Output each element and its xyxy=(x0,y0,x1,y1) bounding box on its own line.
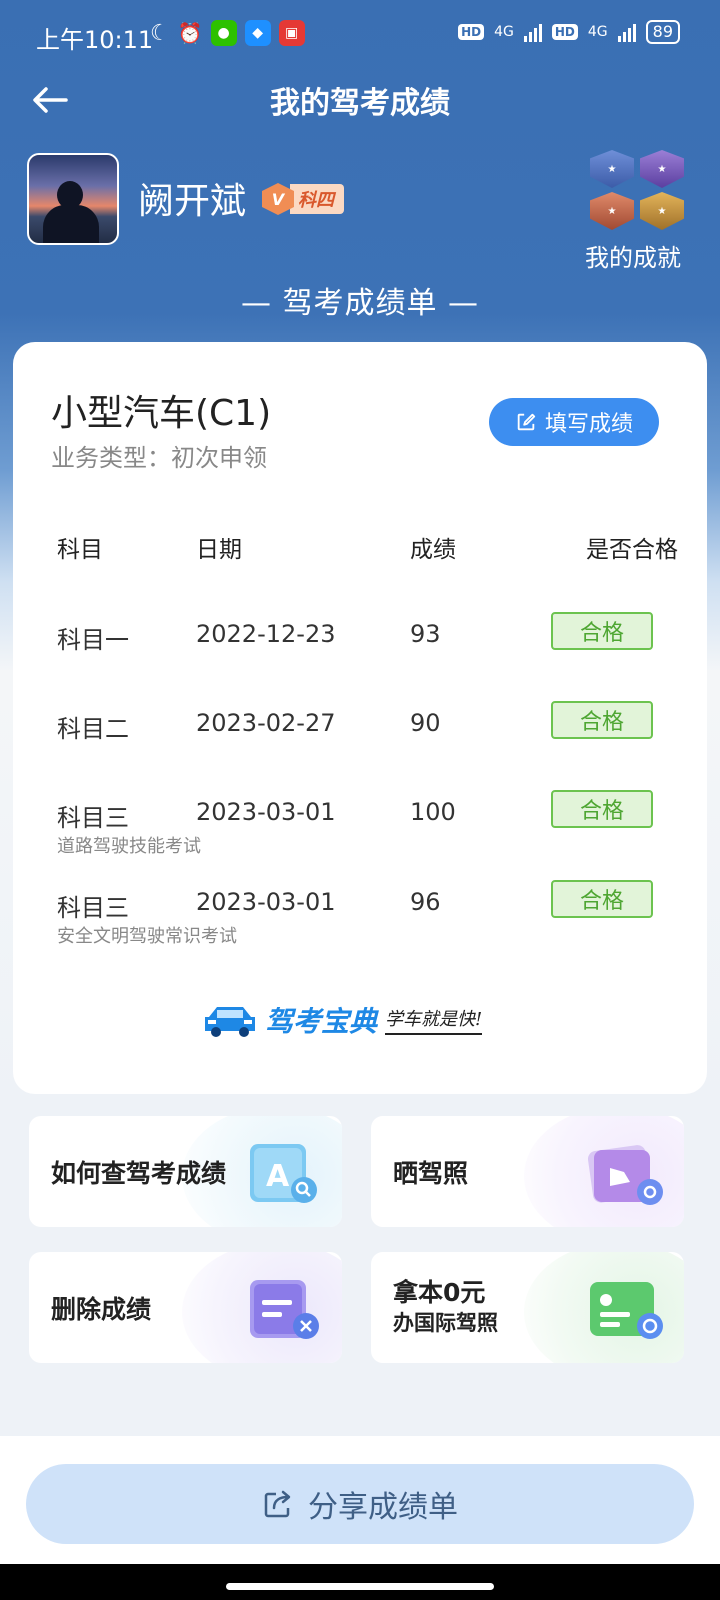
column-header-score: 成绩 xyxy=(410,537,456,563)
sheet-title: — 驾考成绩单 — xyxy=(240,286,480,321)
tile-delete-score[interactable]: 删除成绩 xyxy=(29,1252,342,1363)
brand-logo: 驾考宝典 学车就是快! xyxy=(203,1000,483,1040)
battery-icon: 89 xyxy=(645,20,680,44)
alarm-icon: ⏰ xyxy=(177,21,203,45)
hello-app-icon: ◆ xyxy=(244,20,271,46)
status-time: 上午10:11 xyxy=(36,26,154,54)
pass-badge: 合格 xyxy=(551,612,653,650)
row-subject: 科目二 xyxy=(57,715,129,743)
medal-icon-3: ★ xyxy=(590,192,634,230)
tile-query-score[interactable]: 如何查驾考成绩 A xyxy=(29,1116,342,1227)
tile-intl-license-line2: 办国际驾照 xyxy=(393,1311,498,1335)
tile-query-score-label: 如何查驾考成绩 xyxy=(51,1159,227,1188)
share-icon xyxy=(264,1490,291,1518)
delete-document-icon xyxy=(246,1278,322,1342)
medal-icon-4: ★ xyxy=(640,192,684,230)
hd-icon: HD xyxy=(458,24,485,40)
signal-icon xyxy=(523,22,542,42)
row-score: 100 xyxy=(410,798,456,826)
row-note: 安全文明驾驶常识考试 xyxy=(57,926,237,947)
table-row: 科目二 2023-02-27 90 合格 xyxy=(13,701,707,779)
fill-score-button[interactable]: 填写成绩 xyxy=(489,398,659,446)
share-score-button[interactable]: 分享成绩单 xyxy=(26,1464,694,1544)
status-bar: 上午10:11 ☾ ⏰ ● ◆ ▣ HD 4G HD 4G 89 xyxy=(0,0,720,72)
row-date: 2022-12-23 xyxy=(196,620,336,648)
hd-icon-2: HD xyxy=(551,24,578,40)
row-subject: 科目一 xyxy=(57,626,129,654)
row-date: 2023-03-01 xyxy=(196,798,336,826)
row-date: 2023-02-27 xyxy=(196,709,336,737)
pass-badge: 合格 xyxy=(551,790,653,828)
level-badge: V 科四 xyxy=(262,183,344,215)
fill-score-label: 填写成绩 xyxy=(544,412,633,437)
table-row: 科目一 2022-12-23 93 合格 xyxy=(13,612,707,690)
tile-intl-license[interactable]: 拿本0元 办国际驾照 xyxy=(371,1252,684,1363)
shop-app-icon: ▣ xyxy=(278,20,305,46)
column-header-pass: 是否合格 xyxy=(586,537,678,563)
tile-show-license-label: 晒驾照 xyxy=(393,1159,469,1188)
tile-show-license[interactable]: 晒驾照 xyxy=(371,1116,684,1227)
tile-intl-license-label: 拿本0元 办国际驾照 xyxy=(393,1278,498,1338)
car-logo-icon xyxy=(203,1001,257,1039)
tile-delete-score-label: 删除成绩 xyxy=(51,1295,152,1324)
achievement-medals: ★ ★ ★ ★ xyxy=(590,150,686,230)
system-nav-bar xyxy=(0,1564,720,1600)
row-subject: 科目三 xyxy=(57,894,129,922)
status-notification-icons: ☾ ⏰ ● ◆ ▣ xyxy=(150,20,305,46)
brand-name: 驾考宝典 xyxy=(265,1005,378,1038)
wechat-icon: ● xyxy=(210,20,237,46)
avatar[interactable] xyxy=(27,153,119,245)
row-score: 93 xyxy=(410,620,441,648)
achievements-button[interactable]: ★ ★ ★ ★ 我的成就 xyxy=(585,150,686,273)
medal-icon-1: ★ xyxy=(590,150,634,188)
row-date: 2023-03-01 xyxy=(196,888,336,916)
column-header-date: 日期 xyxy=(196,537,242,563)
svg-text:A: A xyxy=(266,1159,290,1194)
row-note: 道路驾驶技能考试 xyxy=(57,836,201,857)
brand-slogan: 学车就是快! xyxy=(385,1005,483,1035)
row-score: 96 xyxy=(410,888,441,916)
network-label-2: 4G xyxy=(587,24,608,40)
level-badge-label: 科四 xyxy=(290,184,344,214)
search-document-icon: A xyxy=(246,1142,322,1206)
tile-intl-license-line1: 拿本0元 xyxy=(393,1278,486,1307)
column-header-subject: 科目 xyxy=(57,537,103,563)
table-row: 科目三 2023-03-01 100 道路驾驶技能考试 合格 xyxy=(13,790,707,868)
business-type: 业务类型：初次申领 xyxy=(51,444,267,472)
share-score-label: 分享成绩单 xyxy=(308,1490,458,1525)
home-indicator[interactable] xyxy=(226,1583,494,1590)
pass-badge: 合格 xyxy=(551,880,653,918)
vehicle-type: 小型汽车(C1) xyxy=(51,393,272,434)
score-card: 小型汽车(C1) 业务类型：初次申领 填写成绩 科目 日期 成绩 是否合格 科目… xyxy=(13,342,707,1094)
network-label: 4G xyxy=(494,24,514,40)
moon-icon: ☾ xyxy=(150,20,170,46)
medal-icon-2: ★ xyxy=(640,150,684,188)
license-card-icon xyxy=(588,1278,664,1342)
row-subject: 科目三 xyxy=(57,804,129,832)
row-score: 90 xyxy=(410,709,441,737)
status-system-icons: HD 4G HD 4G 89 xyxy=(458,20,680,44)
pass-badge: 合格 xyxy=(551,701,653,739)
table-row: 科目三 2023-03-01 96 安全文明驾驶常识考试 合格 xyxy=(13,880,707,958)
signal-icon-2 xyxy=(617,22,636,42)
username: 阙开斌 xyxy=(138,181,247,222)
page-title: 我的驾考成绩 xyxy=(270,86,450,121)
achievements-label: 我的成就 xyxy=(585,244,681,272)
photo-share-icon xyxy=(587,1142,664,1206)
edit-icon xyxy=(517,413,536,431)
